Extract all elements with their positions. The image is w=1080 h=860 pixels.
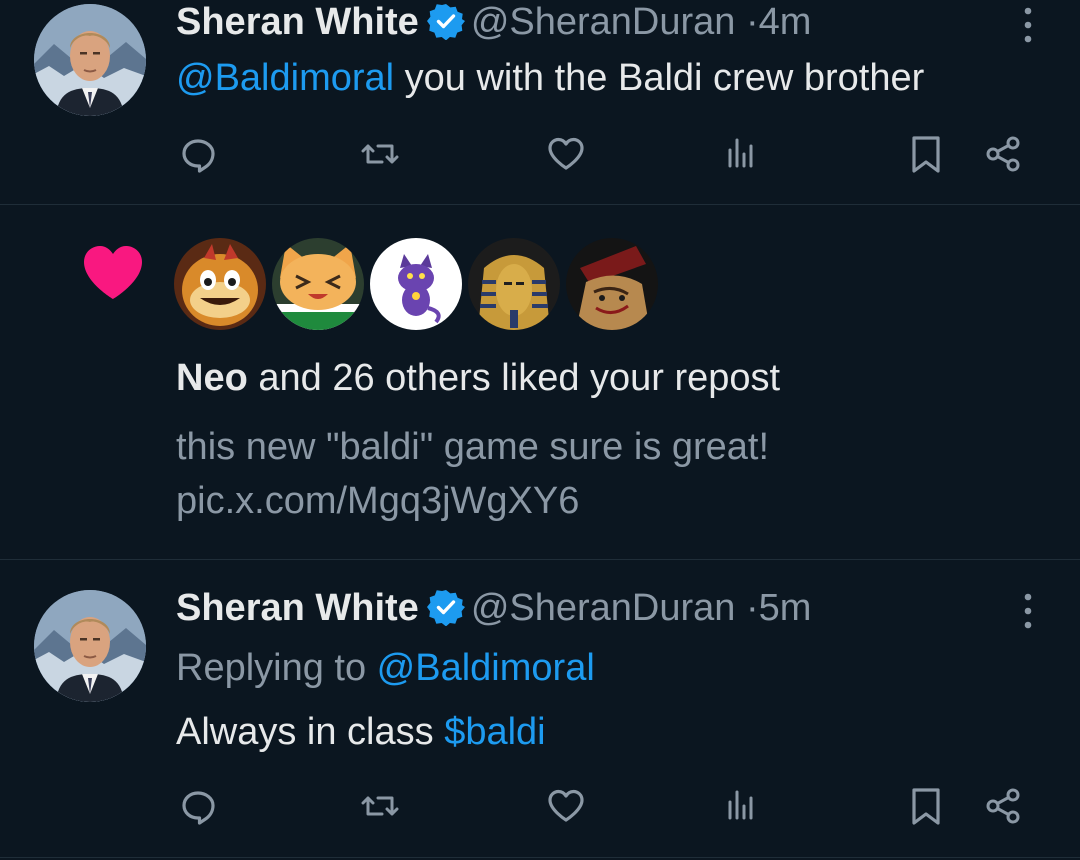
heart-icon — [84, 246, 142, 299]
tweet-1[interactable]: Sheran White @SheranDuran ·4m @Baldimoral… — [0, 0, 1080, 204]
mention-link[interactable]: @Baldimoral — [176, 57, 394, 99]
like-icon — [544, 784, 588, 828]
purple-cat-image — [370, 238, 462, 330]
reposted-text-line-2: pic.x.com/Mgq3jWgXY6 — [176, 480, 580, 522]
like-button[interactable] — [544, 784, 588, 828]
tweet-2[interactable]: Sheran White @SheranDuran ·5m Replying to… — [0, 586, 1080, 860]
bookmark-button[interactable] — [904, 132, 948, 176]
repost-button[interactable] — [358, 132, 402, 176]
notification-action: and 26 others liked your repost — [247, 357, 781, 399]
reposted-text: this new "baldi" game sure is great! pic… — [176, 420, 769, 528]
replying-to: Replying to @Baldimoral — [176, 646, 595, 690]
tweet-body: you with the Baldi crew brother — [394, 57, 925, 99]
display-name[interactable]: Sheran White — [176, 1, 419, 43]
reply-icon — [176, 784, 220, 828]
timestamp[interactable]: 4m — [759, 1, 812, 43]
mention-link[interactable]: @Baldimoral — [377, 647, 595, 689]
user-handle[interactable]: @SheranDuran — [471, 1, 736, 43]
display-name[interactable]: Sheran White — [176, 587, 419, 629]
reply-icon — [176, 132, 220, 176]
repost-button[interactable] — [358, 784, 402, 828]
separator-dot: · — [745, 587, 759, 629]
bookmark-icon — [904, 132, 948, 176]
orange-creature-avatar[interactable] — [174, 238, 266, 330]
views-button[interactable] — [718, 784, 762, 828]
share-icon — [982, 132, 1026, 176]
cartoon-cat-avatar[interactable] — [272, 238, 364, 330]
divider — [0, 559, 1080, 560]
cartoon-cat-image — [272, 238, 364, 330]
bookmark-icon — [904, 784, 948, 828]
tweet-body: Always in class — [176, 711, 445, 753]
tweet-text: @Baldimoral you with the Baldi crew brot… — [176, 56, 924, 100]
share-button[interactable] — [982, 132, 1026, 176]
like-button[interactable] — [544, 132, 588, 176]
repost-icon — [358, 784, 402, 828]
separator-dot: · — [745, 1, 759, 43]
pharaoh-mask-avatar[interactable] — [468, 238, 560, 330]
more-icon[interactable] — [1018, 5, 1038, 45]
profile-photo — [34, 590, 146, 702]
purple-cat-avatar[interactable] — [370, 238, 462, 330]
tweet-header: Sheran White @SheranDuran ·4m — [176, 0, 811, 44]
scribbled-character-image — [566, 238, 658, 330]
share-icon — [982, 784, 1026, 828]
orange-creature-image — [174, 238, 266, 330]
profile-photo — [34, 4, 146, 116]
share-button[interactable] — [982, 784, 1026, 828]
notification-title: Neo and 26 others liked your repost — [176, 354, 780, 402]
scribbled-character-avatar[interactable] — [566, 238, 658, 330]
avatar[interactable] — [34, 4, 146, 116]
cashtag-link[interactable]: $baldi — [444, 711, 545, 753]
action-bar — [0, 784, 1080, 828]
like-icon — [544, 132, 588, 176]
timestamp[interactable]: 5m — [759, 587, 812, 629]
replying-prefix: Replying to — [176, 647, 377, 689]
divider — [0, 857, 1080, 858]
tweet-text: Always in class $baldi — [176, 710, 546, 754]
reply-button[interactable] — [176, 784, 220, 828]
bookmark-button[interactable] — [904, 784, 948, 828]
action-bar — [0, 132, 1080, 176]
verified-badge-icon — [427, 588, 465, 626]
reposted-text-line-1: this new "baldi" game sure is great! — [176, 426, 770, 468]
user-handle[interactable]: @SheranDuran — [471, 587, 736, 629]
views-icon — [718, 132, 762, 176]
reply-button[interactable] — [176, 132, 220, 176]
views-button[interactable] — [718, 132, 762, 176]
pharaoh-mask-image — [468, 238, 560, 330]
more-icon[interactable] — [1018, 591, 1038, 631]
repost-icon — [358, 132, 402, 176]
views-icon — [718, 784, 762, 828]
avatar[interactable] — [34, 590, 146, 702]
verified-badge-icon — [427, 2, 465, 40]
tweet-header: Sheran White @SheranDuran ·5m — [176, 586, 811, 630]
actor-name[interactable]: Neo — [176, 357, 248, 399]
